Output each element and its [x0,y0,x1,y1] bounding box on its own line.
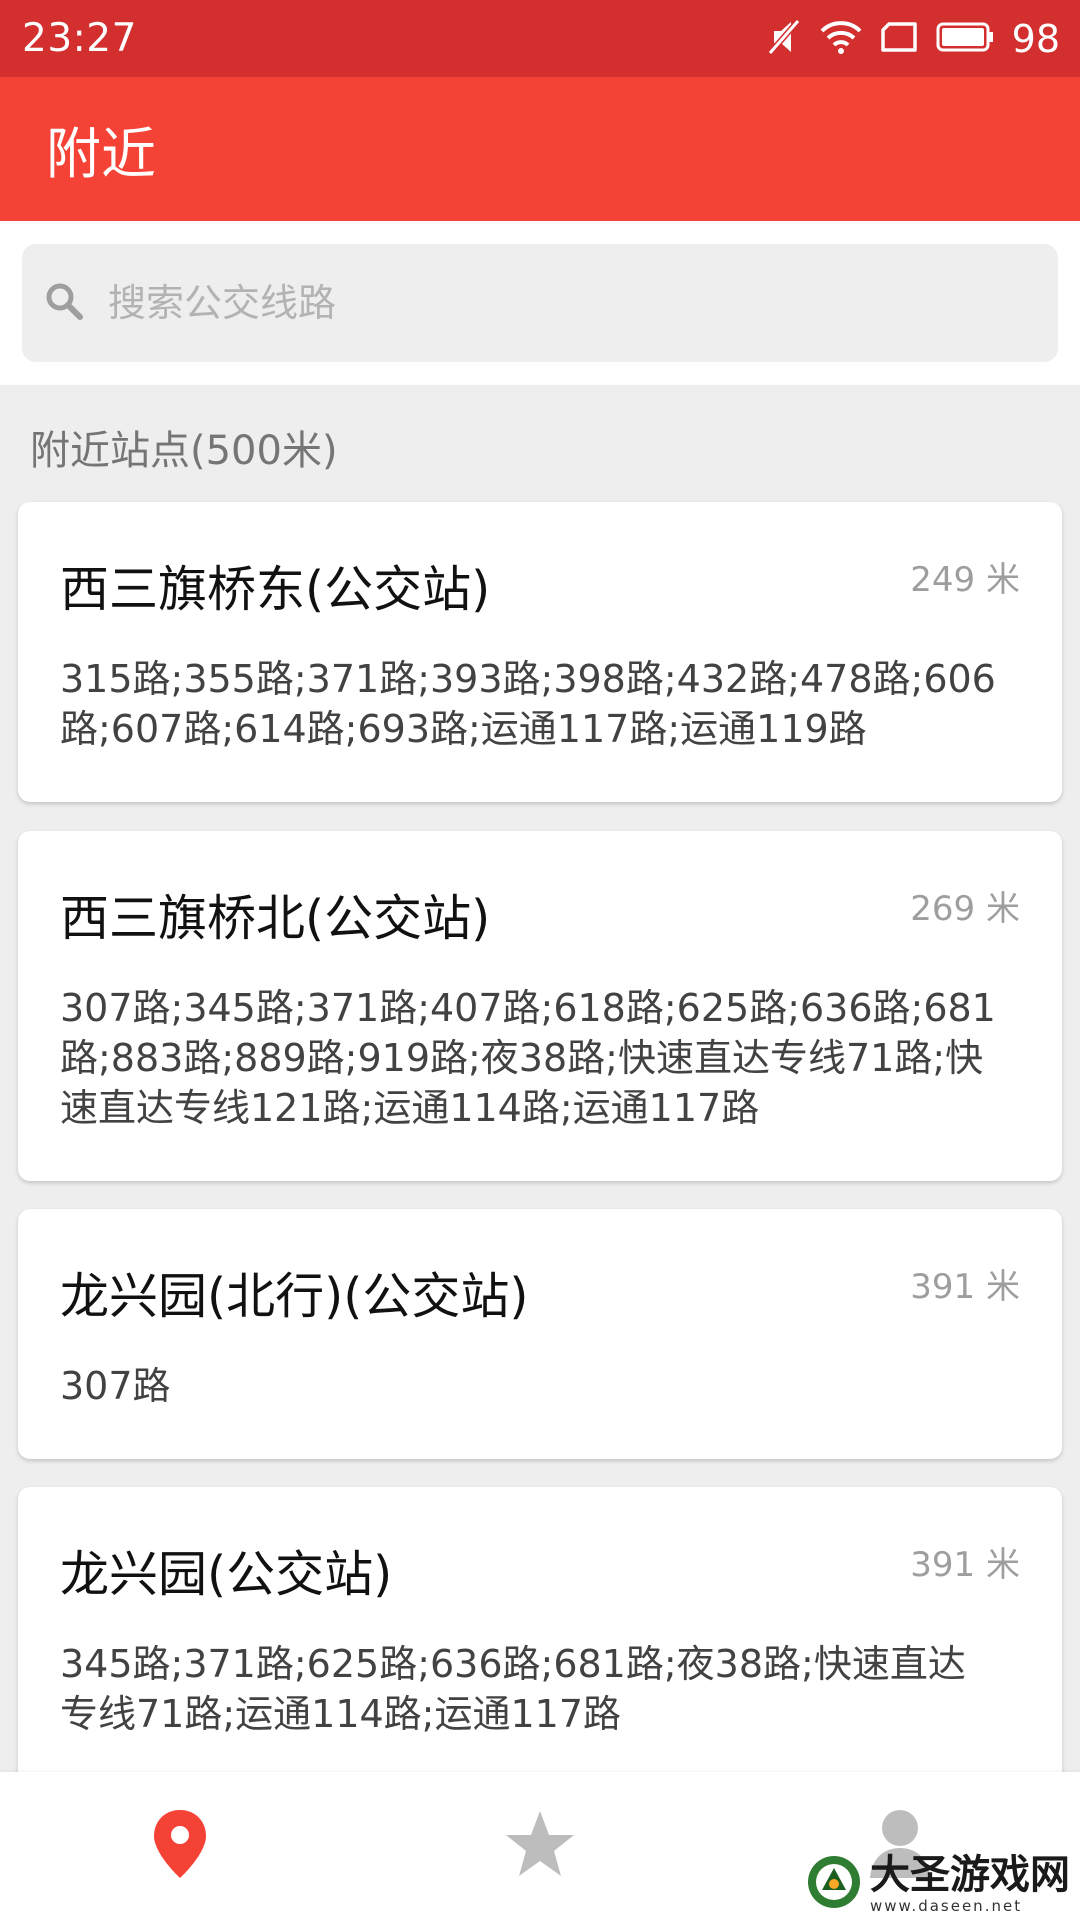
nav-favorites[interactable] [360,1772,720,1920]
nav-nearby[interactable] [0,1772,360,1920]
station-card[interactable]: 龙兴园(公交站) 391 米 345路;371路;625路;636路;681路;… [18,1487,1062,1787]
search-area [0,221,1080,385]
app-bar: 附近 [0,77,1080,221]
search-box[interactable] [22,244,1058,362]
mute-icon [767,17,802,61]
location-pin-icon [150,1808,210,1884]
station-distance: 391 米 [910,1545,1020,1585]
station-lines: 307路;345路;371路;407路;618路;625路;636路;681路;… [60,986,996,1130]
watermark: 大圣游戏网 www.daseen.net [806,1854,1070,1914]
station-distance: 391 米 [910,1267,1020,1307]
page-title: 附近 [46,122,157,186]
watermark-logo-icon [806,1854,862,1914]
sim-icon [880,21,918,57]
station-name: 西三旗桥北(公交站) [60,890,491,947]
station-distance: 269 米 [910,889,1020,929]
station-lines: 307路 [60,1364,171,1408]
status-icons: 98 [767,16,1060,61]
watermark-url: www.daseen.net [870,1896,1023,1915]
bottom-nav: 大圣游戏网 www.daseen.net [0,1772,1080,1920]
search-icon [44,281,84,325]
battery-icon [936,22,994,56]
station-name: 龙兴园(北行)(公交站) [60,1268,529,1325]
search-input[interactable] [108,281,1008,325]
station-lines: 345路;371路;625路;636路;681路;夜38路;快速直达专线71路;… [60,1642,966,1736]
station-lines: 315路;355路;371路;393路;398路;432路;478路;606路;… [60,657,996,751]
station-card[interactable]: 西三旗桥北(公交站) 269 米 307路;345路;371路;407路;618… [18,831,1062,1181]
watermark-title: 大圣游戏网 [870,1851,1070,1898]
station-card[interactable]: 西三旗桥东(公交站) 249 米 315路;355路;371路;393路;398… [18,502,1062,802]
battery-level: 98 [1011,16,1060,61]
station-card[interactable]: 龙兴园(北行)(公交站) 391 米 307路 [18,1209,1062,1459]
section-title: 附近站点(500米) [30,428,338,474]
status-bar: 23:27 98 [0,0,1080,77]
station-name: 西三旗桥东(公交站) [60,561,491,618]
station-distance: 249 米 [910,560,1020,600]
wifi-icon [820,19,862,59]
station-name: 龙兴园(公交站) [60,1546,393,1603]
status-time: 23:27 [22,16,137,61]
star-icon [503,1808,577,1884]
